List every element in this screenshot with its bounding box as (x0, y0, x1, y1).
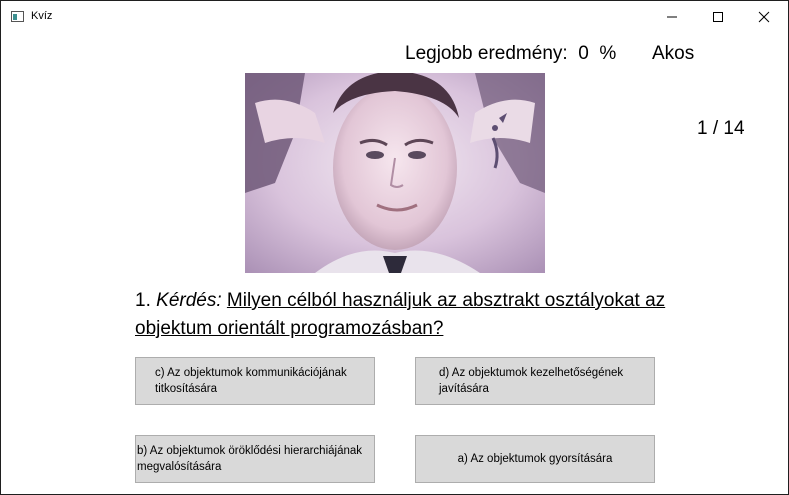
answer-c-button[interactable]: c) Az objektumok kommunikációjának titko… (135, 357, 375, 405)
answer-b-button[interactable]: b) Az objektumok öröklődési hierarchiájá… (135, 435, 375, 483)
close-button[interactable] (741, 1, 787, 32)
answer-a-button[interactable]: a) Az objektumok gyorsítására (415, 435, 655, 483)
minimize-icon (667, 16, 677, 18)
question-image (245, 73, 545, 273)
answer-a-label: a) Az objektumok gyorsítására (457, 453, 613, 465)
best-score: Legjobb eredmény: 0 % (405, 43, 616, 65)
quiz-window: Kvíz Legjobb eredmény: 0 % Akos 1 / 14 1… (0, 0, 789, 495)
maximize-button[interactable] (695, 1, 741, 32)
best-score-label: Legjobb eredmény: (405, 43, 568, 64)
username: Akos (652, 43, 695, 64)
portrait-image (245, 73, 545, 273)
title-bar[interactable]: Kvíz (1, 1, 788, 32)
question-counter: 1 / 14 (697, 118, 745, 139)
answer-c-label: c) Az objektumok kommunikációjának titko… (155, 367, 347, 395)
question-number: 1. (135, 290, 151, 311)
app-window-icon (11, 11, 24, 22)
answer-b-label: b) Az objektumok öröklődési hierarchiájá… (137, 445, 363, 473)
maximize-icon (713, 12, 723, 22)
window-title: Kvíz (31, 10, 53, 22)
minimize-button[interactable] (649, 1, 695, 32)
best-score-unit: % (599, 43, 617, 64)
answer-d-label: d) Az objektumok kezelhetőségének javítá… (439, 367, 624, 395)
answer-d-button[interactable]: d) Az objektumok kezelhetőségének javítá… (415, 357, 655, 405)
question-label: Kérdés: (156, 290, 222, 311)
close-icon (758, 11, 770, 23)
question-block: 1. Kérdés: Milyen célból használjuk az a… (135, 287, 675, 343)
best-score-value: 0 (578, 43, 589, 64)
